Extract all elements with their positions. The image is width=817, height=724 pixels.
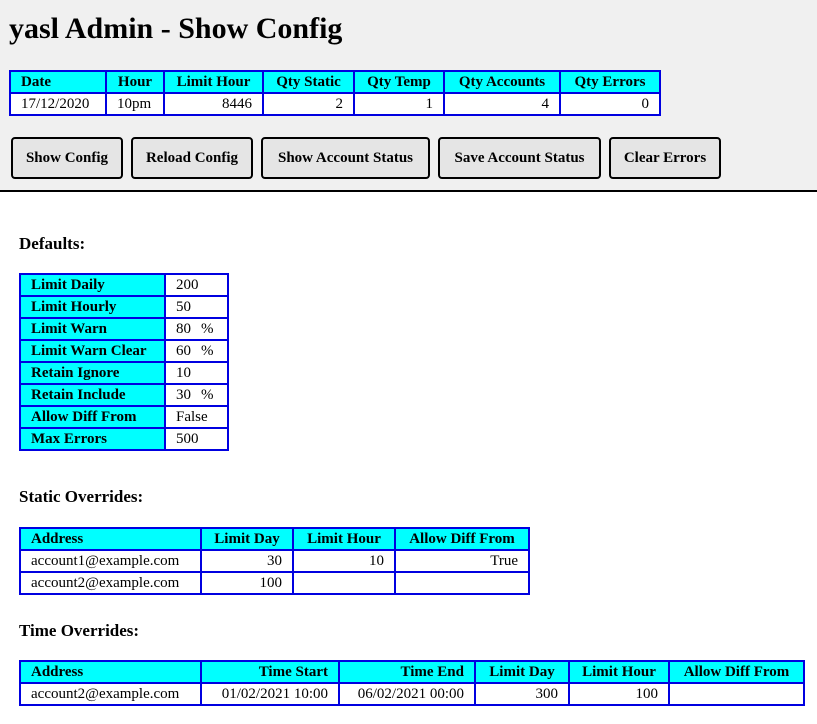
reload-config-button[interactable]: Reload Config bbox=[131, 137, 253, 179]
status-qty-accounts: 4 bbox=[443, 92, 561, 116]
defaults-value: 80% bbox=[164, 317, 229, 341]
page-title: yasl Admin - Show Config bbox=[9, 12, 343, 45]
defaults-label: Limit Warn bbox=[19, 317, 166, 341]
defaults-label: Limit Warn Clear bbox=[19, 339, 166, 363]
time-start: 01/02/2021 10:00 bbox=[200, 682, 340, 706]
defaults-label: Retain Include bbox=[19, 383, 166, 407]
defaults-value: 200 bbox=[164, 273, 229, 297]
time-col-time-start: Time Start bbox=[200, 660, 340, 684]
defaults-row: Allow Diff From False bbox=[19, 405, 229, 429]
defaults-row: Max Errors 500 bbox=[19, 427, 229, 451]
defaults-row: Retain Include 30% bbox=[19, 383, 229, 407]
percent-unit: % bbox=[201, 320, 214, 337]
defaults-value: 30% bbox=[164, 383, 229, 407]
percent-unit: % bbox=[201, 386, 214, 403]
static-allow-diff-from bbox=[394, 571, 530, 595]
show-account-status-button[interactable]: Show Account Status bbox=[261, 137, 430, 179]
status-table-row: 17/12/2020 10pm 8446 2 1 4 0 bbox=[9, 92, 661, 116]
defaults-row: Limit Hourly 50 bbox=[19, 295, 229, 319]
status-date: 17/12/2020 bbox=[9, 92, 107, 116]
static-limit-hour: 10 bbox=[292, 549, 396, 573]
status-col-qty-static: Qty Static bbox=[262, 70, 355, 94]
status-hour: 10pm bbox=[105, 92, 165, 116]
status-col-hour: Hour bbox=[105, 70, 165, 94]
time-limit-hour: 100 bbox=[568, 682, 670, 706]
defaults-row: Limit Warn 80% bbox=[19, 317, 229, 341]
status-qty-temp: 1 bbox=[353, 92, 445, 116]
status-qty-static: 2 bbox=[262, 92, 355, 116]
defaults-value: 60% bbox=[164, 339, 229, 363]
time-overrides-header: Address Time Start Time End Limit Day Li… bbox=[19, 660, 805, 684]
time-allow-diff-from bbox=[668, 682, 805, 706]
defaults-heading: Defaults: bbox=[19, 234, 86, 253]
status-col-qty-temp: Qty Temp bbox=[353, 70, 445, 94]
defaults-label: Limit Hourly bbox=[19, 295, 166, 319]
status-col-qty-errors: Qty Errors bbox=[559, 70, 661, 94]
defaults-table: Limit Daily 200 Limit Hourly 50 Limit Wa… bbox=[19, 273, 229, 451]
time-col-limit-hour: Limit Hour bbox=[568, 660, 670, 684]
defaults-value: 500 bbox=[164, 427, 229, 451]
status-col-date: Date bbox=[9, 70, 107, 94]
time-address: account2@example.com bbox=[19, 682, 202, 706]
defaults-label: Allow Diff From bbox=[19, 405, 166, 429]
static-overrides-table: Address Limit Day Limit Hour Allow Diff … bbox=[19, 527, 530, 595]
static-limit-day: 30 bbox=[200, 549, 294, 573]
static-overrides-heading: Static Overrides: bbox=[19, 487, 144, 506]
time-end: 06/02/2021 00:00 bbox=[338, 682, 476, 706]
static-overrides-header: Address Limit Day Limit Hour Allow Diff … bbox=[19, 527, 530, 551]
time-col-address: Address bbox=[19, 660, 202, 684]
percent-unit: % bbox=[201, 342, 214, 359]
defaults-value: 50 bbox=[164, 295, 229, 319]
static-col-address: Address bbox=[19, 527, 202, 551]
static-address: account2@example.com bbox=[19, 571, 202, 595]
header-panel: yasl Admin - Show Config Date Hour Limit… bbox=[0, 0, 817, 192]
static-col-limit-hour: Limit Hour bbox=[292, 527, 396, 551]
defaults-label: Limit Daily bbox=[19, 273, 166, 297]
time-overrides-table: Address Time Start Time End Limit Day Li… bbox=[19, 660, 805, 706]
table-row: account2@example.com 100 bbox=[19, 571, 530, 595]
time-limit-day: 300 bbox=[474, 682, 570, 706]
status-col-limit-hour: Limit Hour bbox=[163, 70, 264, 94]
time-col-allow-diff-from: Allow Diff From bbox=[668, 660, 805, 684]
table-row: account2@example.com 01/02/2021 10:00 06… bbox=[19, 682, 805, 706]
status-limit-hour: 8446 bbox=[163, 92, 264, 116]
time-col-time-end: Time End bbox=[338, 660, 476, 684]
defaults-label: Max Errors bbox=[19, 427, 166, 451]
defaults-row: Retain Ignore 10 bbox=[19, 361, 229, 385]
defaults-row: Limit Daily 200 bbox=[19, 273, 229, 297]
defaults-value: 10 bbox=[164, 361, 229, 385]
status-table-header: Date Hour Limit Hour Qty Static Qty Temp… bbox=[9, 70, 661, 94]
static-limit-hour bbox=[292, 571, 396, 595]
time-col-limit-day: Limit Day bbox=[474, 660, 570, 684]
save-account-status-button[interactable]: Save Account Status bbox=[438, 137, 601, 179]
static-allow-diff-from: True bbox=[394, 549, 530, 573]
defaults-value: False bbox=[164, 405, 229, 429]
status-qty-errors: 0 bbox=[559, 92, 661, 116]
status-table: Date Hour Limit Hour Qty Static Qty Temp… bbox=[9, 70, 661, 116]
status-col-qty-accounts: Qty Accounts bbox=[443, 70, 561, 94]
defaults-row: Limit Warn Clear 60% bbox=[19, 339, 229, 363]
clear-errors-button[interactable]: Clear Errors bbox=[609, 137, 721, 179]
show-config-button[interactable]: Show Config bbox=[11, 137, 123, 179]
defaults-label: Retain Ignore bbox=[19, 361, 166, 385]
static-col-allow-diff-from: Allow Diff From bbox=[394, 527, 530, 551]
table-row: account1@example.com 30 10 True bbox=[19, 549, 530, 573]
static-address: account1@example.com bbox=[19, 549, 202, 573]
static-col-limit-day: Limit Day bbox=[200, 527, 294, 551]
time-overrides-heading: Time Overrides: bbox=[19, 621, 140, 640]
static-limit-day: 100 bbox=[200, 571, 294, 595]
